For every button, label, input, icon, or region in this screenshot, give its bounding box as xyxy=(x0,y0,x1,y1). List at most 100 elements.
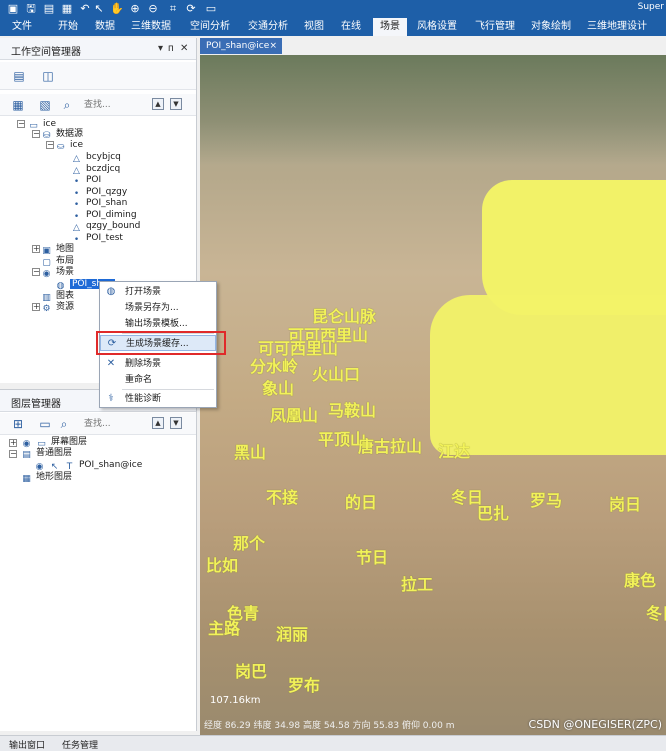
menu-bar: 文件 开始 数据 三维数据 空间分析 交通分析 视图 在线 场景 风格设置 飞行… xyxy=(0,18,666,36)
open-scene-icon: ◍ xyxy=(106,286,116,297)
scene-label: 拉工 xyxy=(401,575,434,594)
layer-tree: + ◉ ▭ 屏幕图层 − ▤ 普通图层 ◉ ↖ T POI_shan@ice ▦ 地形图层 xyxy=(0,390,197,735)
menu-online[interactable]: 在线 xyxy=(337,18,365,36)
tree-node-scenes[interactable]: ◉ 场景 xyxy=(41,266,74,279)
tree-node-terrain-layers[interactable]: ▦ 地形图层 xyxy=(21,471,72,484)
scene-label: 象山 xyxy=(262,379,295,398)
document-tab-label: POI_shan@ice xyxy=(206,41,270,51)
menu-object-drawing[interactable]: 对象绘制 xyxy=(527,18,575,36)
scene-label: 唐古拉山 xyxy=(358,437,423,456)
scale-readout: 107.16km xyxy=(210,695,261,706)
layer-manager-panel: 图层管理器 ⊞ ▭ ⌕ ▲ ▼ + ◉▭屏幕图层 − ▤普通图层 ◉↖TPOI_… xyxy=(0,389,197,731)
app-title: Super xyxy=(637,2,664,12)
scene-label: 火山口 xyxy=(312,365,361,384)
scene-label: 那个 xyxy=(233,534,266,553)
menu-scene[interactable]: 场景 xyxy=(373,18,407,36)
tree-node-layer-poi-shan[interactable]: ◉ ↖ T POI_shan@ice xyxy=(34,459,143,472)
tree-node-maps[interactable]: ▣ 地图 xyxy=(41,243,74,256)
document-tab-poi-shan[interactable]: POI_shan@ice × xyxy=(200,38,282,54)
tree-node-dataset[interactable]: △ qzgy_bound xyxy=(71,220,140,233)
menu-view[interactable]: 视图 xyxy=(300,18,328,36)
expander-root[interactable]: − xyxy=(17,120,25,128)
menu-separator xyxy=(122,389,214,390)
tree-node-datasource-ice[interactable]: ⛀ ice xyxy=(55,139,83,152)
resources-icon: ⚙ xyxy=(42,304,51,314)
save-icon[interactable]: 🖫 xyxy=(24,2,38,16)
expander-datasource-ice[interactable]: − xyxy=(46,141,54,149)
menu-item-open-scene[interactable]: ◍ 打开场景 xyxy=(100,284,216,300)
scene-label: 节日 xyxy=(356,548,389,567)
menu-3d-data[interactable]: 三维数据 xyxy=(127,18,175,36)
title-bar: ▣ 🖫 ▤ ▦ ↶ ↖ ✋ ⊕ ⊖ ⌗ ⟳ ▭ Super xyxy=(0,0,666,18)
refresh-icon[interactable]: ⟳ xyxy=(184,2,198,16)
scene-label: 润丽 xyxy=(276,625,309,644)
menu-traffic-analysis[interactable]: 交通分析 xyxy=(244,18,292,36)
menu-item-rename[interactable]: 重命名 xyxy=(100,372,216,388)
menu-style-settings[interactable]: 风格设置 xyxy=(413,18,461,36)
zoom-out-icon[interactable]: ⊖ xyxy=(146,2,160,16)
scene-label: 比如 xyxy=(206,556,239,575)
scene-view-3d[interactable]: 昆仑山脉 可可西里山 可可西里山 分水岭 象山 火山口 凤凰山 马鞍山 平顶山 … xyxy=(200,55,666,735)
pointer-icon[interactable]: ↖ xyxy=(92,2,106,16)
expander-resources[interactable]: + xyxy=(32,303,40,311)
menu-item-save-scene-as[interactable]: 场景另存为... xyxy=(100,300,216,316)
expander-datasources[interactable]: − xyxy=(32,130,40,138)
scene-label: 罗马 xyxy=(530,491,563,510)
full-extent-icon[interactable]: ⌗ xyxy=(166,2,180,16)
tab-output-window[interactable]: 输出窗口 xyxy=(9,738,45,751)
menu-3d-geodesign[interactable]: 三维地理设计 xyxy=(583,18,651,36)
expander-screen-layers[interactable]: + xyxy=(9,439,17,447)
scene-label: 江达 xyxy=(438,442,471,461)
close-tab-icon[interactable]: × xyxy=(269,38,277,54)
tree-node-dataset[interactable]: • POI_shan xyxy=(71,197,127,210)
delete-icon: ✕ xyxy=(106,358,116,369)
dense-label-cluster xyxy=(430,295,666,455)
undo-icon[interactable]: ↶ xyxy=(78,2,92,16)
menu-start[interactable]: 开始 xyxy=(54,18,82,36)
database-icon: ⛀ xyxy=(56,142,65,152)
watermark: CSDN @ONEGISER(ZPC) xyxy=(528,718,662,731)
scene-label: 康色 xyxy=(624,571,657,590)
diagnosis-icon: ⚕ xyxy=(108,393,114,404)
tree-node-dataset[interactable]: • POI_test xyxy=(71,232,123,245)
menu-item-performance-diagnosis[interactable]: ⚕ 性能诊断 xyxy=(100,391,216,407)
app-logo-icon: ▣ xyxy=(7,2,19,15)
scene-label: 不接 xyxy=(266,488,299,507)
scene-label: 罗布 xyxy=(288,676,321,695)
pan-icon[interactable]: ✋ xyxy=(110,2,124,16)
menu-data[interactable]: 数据 xyxy=(91,18,119,36)
expander-maps[interactable]: + xyxy=(32,245,40,253)
layer-group-icon: ▤ xyxy=(22,450,31,460)
bottom-tab-bar: 输出窗口 任务管理 xyxy=(0,735,666,751)
menu-item-export-scene-template[interactable]: 输出场景模板... xyxy=(100,316,216,332)
tab-task-management[interactable]: 任务管理 xyxy=(62,738,98,751)
scene-label: 主路 xyxy=(208,619,241,638)
expander-scenes[interactable]: − xyxy=(32,268,40,276)
expander-normal-layers[interactable]: − xyxy=(9,450,17,458)
tree-node-dataset[interactable]: △ bcybjcq xyxy=(71,151,121,164)
scene-label: 冬日 xyxy=(646,604,666,623)
menu-flight-management[interactable]: 飞行管理 xyxy=(471,18,519,36)
scene-label: 分水岭 xyxy=(250,357,299,376)
mountain-terrain xyxy=(200,55,666,165)
scene-label: 黑山 xyxy=(234,443,267,462)
table-icon[interactable]: ▦ xyxy=(60,2,74,16)
tree-node-dataset[interactable]: • POI xyxy=(71,174,101,187)
scene-label: 凤凰山 xyxy=(270,406,319,425)
scene-folder-icon: ◉ xyxy=(42,269,51,279)
menu-item-delete-scene[interactable]: ✕ 删除场景 xyxy=(100,356,216,372)
menu-spatial-analysis[interactable]: 空间分析 xyxy=(186,18,234,36)
scene-label: 马鞍山 xyxy=(328,401,377,420)
tree-node-normal-layers[interactable]: ▤ 普通图层 xyxy=(21,447,72,460)
menu-file[interactable]: 文件 xyxy=(8,18,36,36)
scene-label: 的日 xyxy=(345,493,378,512)
folder-icon[interactable]: ▭ xyxy=(204,2,218,16)
terrain-layer-icon: ▦ xyxy=(22,474,31,484)
scene-label: 岗巴 xyxy=(235,662,268,681)
tree-node-resources[interactable]: ⚙ 资源 xyxy=(41,301,74,314)
scene-label: 巴扎 xyxy=(477,504,510,523)
layout-icon[interactable]: ▤ xyxy=(42,2,56,16)
scene-label: 岗日 xyxy=(609,495,642,514)
zoom-in-icon[interactable]: ⊕ xyxy=(128,2,142,16)
annotation-highlight-box xyxy=(96,331,226,355)
